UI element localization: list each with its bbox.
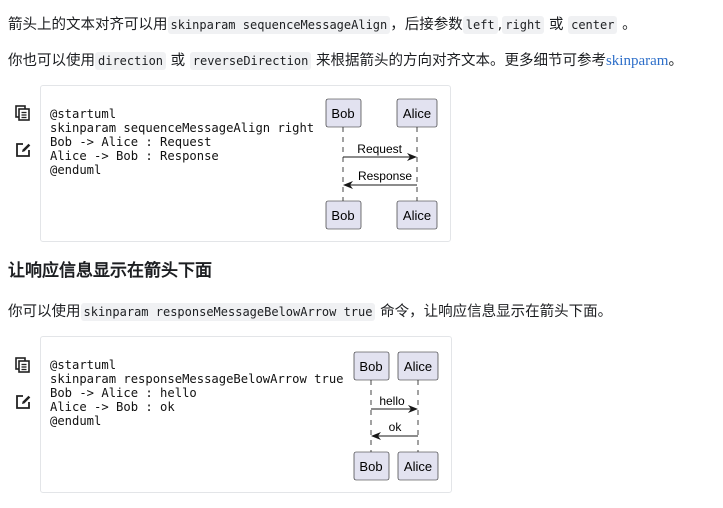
message-label: ok — [389, 420, 403, 434]
inline-code: center — [568, 16, 618, 34]
copy-icon[interactable] — [14, 356, 32, 374]
participant-label: Alice — [404, 459, 432, 474]
code-listing: @startuml skinparam sequenceMessageAlign… — [50, 107, 315, 177]
code-listing: @startuml skinparam responseMessageBelow… — [50, 358, 344, 428]
inline-code: skinparam sequenceMessageAlign — [167, 16, 391, 34]
sequence-diagram: Bob Alice hello ok Bob Alice — [353, 351, 439, 481]
message-label: hello — [379, 394, 405, 408]
inline-code: right — [502, 16, 545, 34]
copy-icon[interactable] — [14, 104, 32, 122]
participant-label: Bob — [359, 459, 382, 474]
edit-icon[interactable] — [14, 141, 32, 159]
sequence-diagram: Bob Alice Request Response Bob Alice — [325, 98, 438, 230]
example2-block: @startuml skinparam responseMessageBelow… — [40, 336, 452, 493]
text: 。 — [668, 53, 683, 69]
participant-label: Bob — [331, 106, 354, 121]
text: 箭头上的文本对齐可以用 — [8, 17, 168, 33]
inline-code: reverseDirection — [189, 52, 312, 70]
text: 你也可以使用 — [8, 53, 95, 69]
participant-label: Alice — [404, 359, 432, 374]
paragraph-align-intro: 箭头上的文本对齐可以用 skinparam sequenceMessageAlig… — [8, 14, 637, 36]
inline-code: left — [462, 16, 498, 34]
message-label: Request — [357, 142, 402, 156]
skinparam-link[interactable]: skinparam — [606, 53, 668, 69]
message-label: Response — [358, 169, 412, 183]
participant-label: Bob — [359, 359, 382, 374]
participant-label: Alice — [403, 106, 431, 121]
example1-block: @startuml skinparam sequenceMessageAlign… — [40, 85, 451, 242]
text: 或 — [170, 53, 186, 69]
paragraph-direction: 你也可以使用 direction 或 reverseDirection 来根据箭头… — [8, 50, 683, 72]
participant-label: Bob — [331, 208, 354, 223]
text: 。 — [622, 17, 637, 33]
text: 你可以使用 — [8, 304, 81, 320]
text: ，后接参数 — [390, 17, 463, 33]
inline-code: direction — [95, 52, 167, 70]
section-heading: 让响应信息显示在箭头下面 — [8, 261, 212, 281]
inline-code: skinparam responseMessageBelowArrow true — [80, 303, 376, 321]
text: 来根据箭头的方向对齐文本。更多细节可参考 — [315, 53, 606, 69]
paragraph-response-below: 你可以使用 skinparam responseMessageBelowArrow… — [8, 301, 612, 323]
text: 或 — [549, 17, 564, 33]
edit-icon[interactable] — [14, 393, 32, 411]
text: 命令，让响应信息显示在箭头下面。 — [380, 304, 613, 320]
participant-label: Alice — [403, 208, 431, 223]
